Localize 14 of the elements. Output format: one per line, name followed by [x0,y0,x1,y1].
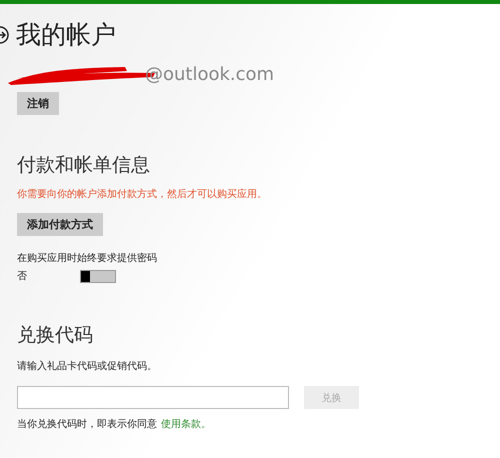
terms-link[interactable]: 使用条款。 [161,417,211,431]
toggle-switch[interactable] [80,270,116,282]
toggle-state: 否 [17,270,28,283]
setting-label: 在购买应用时始终要求提供密码 [17,252,157,265]
terms-text: 当你兑换代码时，即表示你同意 [17,418,157,431]
section-heading: 付款和帐单信息 [17,153,150,177]
page-title: 我的帐户 [16,20,116,50]
hint-text: 请输入礼品卡代码或促销代码。 [17,360,157,373]
section-heading: 兑换代码 [17,323,93,347]
code-input-field[interactable] [17,386,289,409]
add-payment-button[interactable]: 添加付款方式 [17,213,103,236]
sign-out-button[interactable]: 注销 [17,92,59,115]
account-email: @outlook.com [145,64,274,86]
warning-text: 你需要向你的帐户添加付款方式，然后才可以购买应用。 [17,188,267,201]
